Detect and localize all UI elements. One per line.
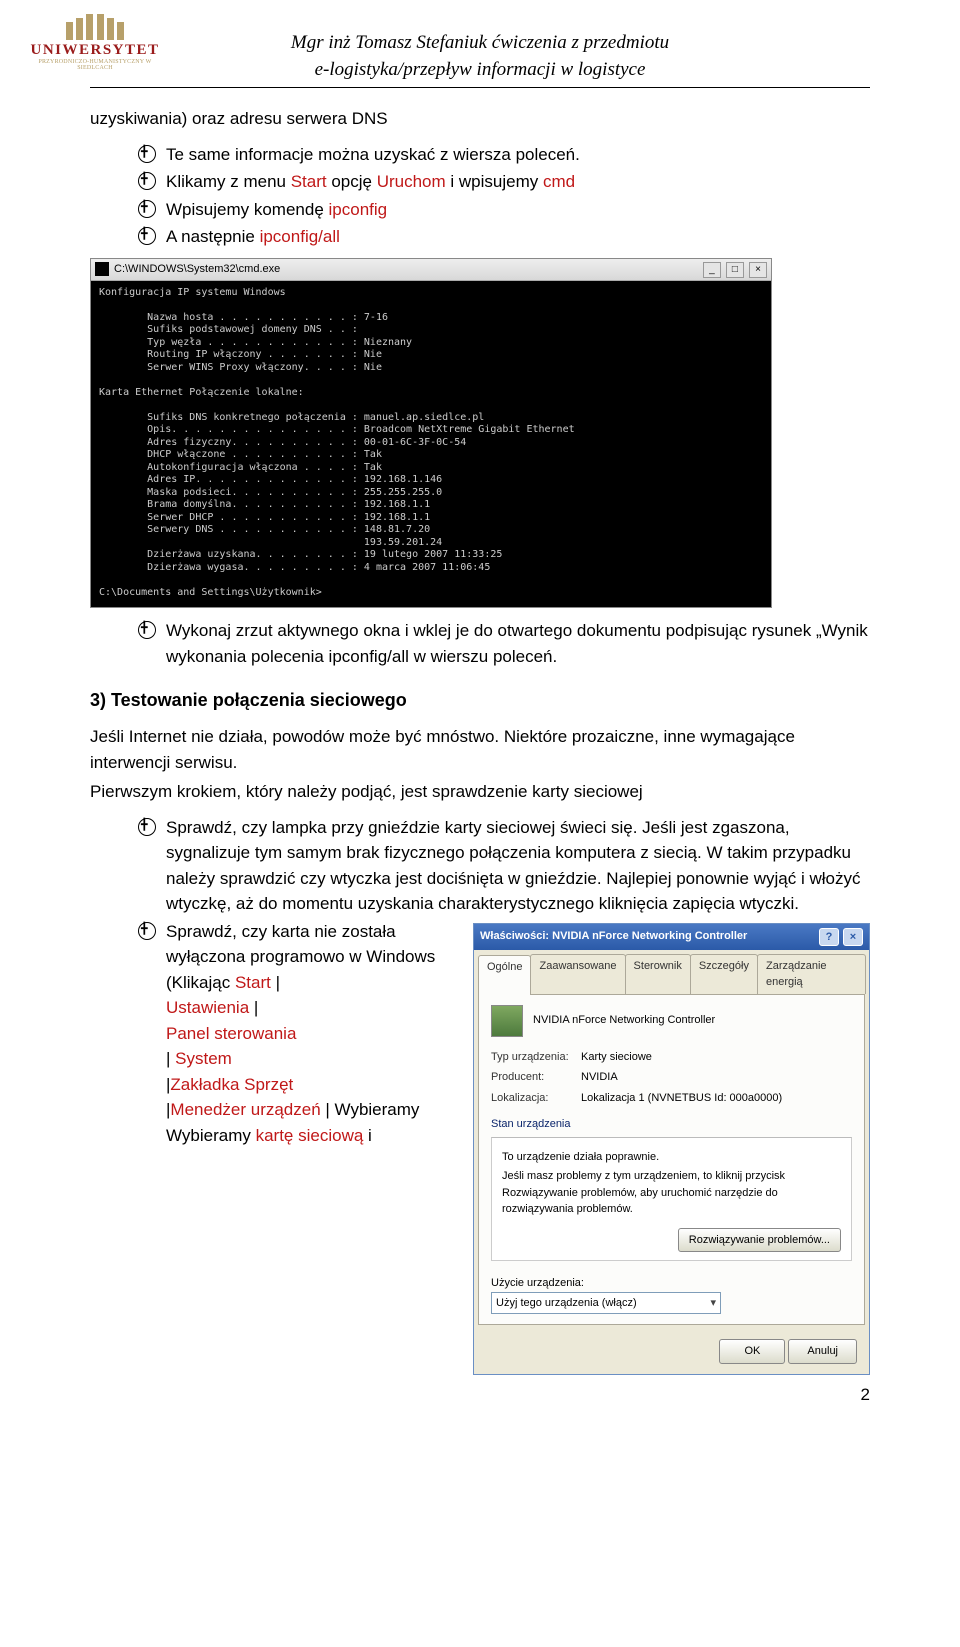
device-properties-dialog: Właściwości: NVIDIA nForce Networking Co…	[473, 923, 870, 1375]
list-item: Klikamy z menu Start opcję Uruchom i wpi…	[138, 169, 870, 195]
list-item: Wpisujemy komendę ipconfig	[138, 197, 870, 223]
usage-select-value: Użyj tego urządzenia (włącz)	[496, 1297, 637, 1309]
bullet-text: Sprawdź, czy lampka przy gnieździe karty…	[166, 818, 860, 914]
bullet-text: Wpisujemy komendę	[166, 200, 329, 219]
nav-nic: kartę sieciową	[256, 1126, 364, 1145]
bullet-text: i wpisujemy	[446, 172, 543, 191]
dialog-tabs: Ogólne Zaawansowane Sterownik Szczegóły …	[474, 950, 869, 994]
ipconfig-cmd: ipconfig	[329, 200, 388, 219]
list-item: Właściwości: NVIDIA nForce Networking Co…	[138, 919, 870, 1375]
status-group-title: Stan urządzenia	[491, 1116, 852, 1133]
bullet-text: Wybieramy	[166, 1126, 256, 1145]
device-type-value: Karty sieciowe	[581, 1049, 852, 1066]
location-label: Lokalizacja:	[491, 1090, 581, 1107]
minimize-button[interactable]: _	[703, 262, 721, 278]
cmd-titlebar: C:\WINDOWS\System32\cmd.exe _ □ ×	[91, 259, 771, 281]
ipconfig-all-cmd: ipconfig/all	[260, 227, 340, 246]
bullet-text: Klikamy z menu	[166, 172, 291, 191]
close-button[interactable]: ×	[843, 928, 863, 946]
bullet-text: (Klikając	[166, 973, 235, 992]
status-ok-text: To urządzenie działa poprawnie.	[502, 1149, 841, 1166]
tab-general[interactable]: Ogólne	[478, 955, 531, 995]
tab-advanced[interactable]: Zaawansowane	[530, 954, 625, 994]
dialog-panel: NVIDIA nForce Networking Controller Typ …	[478, 994, 865, 1326]
header-line1: Mgr inż Tomasz Stefaniuk ćwiczenia z prz…	[90, 30, 870, 57]
menu-start: Start	[291, 172, 327, 191]
bullet-text: i	[363, 1126, 372, 1145]
bullet-list-a: Te same informacje można uzyskać z wiers…	[90, 142, 870, 250]
cmd-output: Konfiguracja IP systemu Windows Nazwa ho…	[91, 281, 771, 608]
help-button[interactable]: ?	[819, 928, 839, 946]
sep: | Wybieramy	[321, 1100, 420, 1119]
dialog-bottom-buttons: OK Anuluj	[474, 1329, 869, 1374]
window-buttons: _ □ ×	[701, 261, 767, 278]
page-number: 2	[861, 1385, 870, 1405]
bullet-text: A następnie	[166, 227, 260, 246]
menu-run: Uruchom	[377, 172, 446, 191]
doc-header: Mgr inż Tomasz Stefaniuk ćwiczenia z prz…	[90, 30, 870, 83]
manufacturer-value: NVIDIA	[581, 1069, 852, 1086]
bullet-text: Wykonaj zrzut aktywnego okna i wklej je …	[166, 621, 868, 666]
bullet-text: Te same informacje można uzyskać z wiers…	[166, 145, 580, 164]
dialog-titlebar: Właściwości: NVIDIA nForce Networking Co…	[474, 924, 869, 950]
usage-label: Użycie urządzenia:	[491, 1275, 852, 1292]
sep: |	[271, 973, 280, 992]
device-type-label: Typ urządzenia:	[491, 1049, 581, 1066]
cmd-window: C:\WINDOWS\System32\cmd.exe _ □ × Konfig…	[90, 258, 772, 609]
bullet-list-c: Sprawdź, czy lampka przy gnieździe karty…	[90, 815, 870, 1375]
tab-details[interactable]: Szczegóły	[690, 954, 758, 994]
list-item: Te same informacje można uzyskać z wiers…	[138, 142, 870, 168]
list-item: Wykonaj zrzut aktywnego okna i wklej je …	[138, 618, 870, 669]
tab-power[interactable]: Zarządzanie energią	[757, 954, 866, 994]
cmd-text: cmd	[543, 172, 575, 191]
status-help-text: Jeśli masz problemy z tym urządzeniem, t…	[502, 1168, 841, 1218]
header-rule	[90, 87, 870, 88]
cmd-icon	[95, 262, 109, 276]
device-status-box: To urządzenie działa poprawnie. Jeśli ma…	[491, 1137, 852, 1262]
bullet-text: Sprawdź, czy karta nie została wyłączona…	[166, 922, 435, 967]
device-name: NVIDIA nForce Networking Controller	[533, 1012, 715, 1029]
cancel-button[interactable]: Anuluj	[788, 1339, 857, 1364]
bullet-text: opcję	[327, 172, 377, 191]
logo-sub: PRZYRODNICZO-HUMANISTYCZNY W SIEDLCACH	[20, 59, 170, 71]
university-logo: UNIWERSYTET PRZYRODNICZO-HUMANISTYCZNY W…	[20, 14, 170, 71]
nav-start: Start	[235, 973, 271, 992]
close-button[interactable]: ×	[749, 262, 767, 278]
maximize-button[interactable]: □	[726, 262, 744, 278]
header-line2: e-logistyka/przepływ informacji w logist…	[90, 57, 870, 84]
usage-select[interactable]: Użyj tego urządzenia (włącz)	[491, 1292, 721, 1315]
nav-device-mgr: Menedżer urządzeń	[170, 1100, 320, 1119]
dialog-title: Właściwości: NVIDIA nForce Networking Co…	[480, 928, 747, 945]
list-item: A następnie ipconfig/all	[138, 224, 870, 250]
section3-p2: Pierwszym krokiem, który należy podjąć, …	[90, 779, 870, 805]
bullet-list-b: Wykonaj zrzut aktywnego okna i wklej je …	[90, 618, 870, 669]
cmd-title-text: C:\WINDOWS\System32\cmd.exe	[114, 261, 280, 278]
location-value: Lokalizacja 1 (NVNETBUS Id: 000a0000)	[581, 1090, 852, 1107]
nav-control-panel: Panel sterowania	[166, 1024, 296, 1043]
manufacturer-label: Producent:	[491, 1069, 581, 1086]
section3-p1: Jeśli Internet nie działa, powodów może …	[90, 724, 870, 775]
section-3-title: 3) Testowanie połączenia sieciowego	[90, 687, 870, 714]
troubleshoot-button[interactable]: Rozwiązywanie problemów...	[678, 1228, 841, 1253]
sep: |	[249, 998, 258, 1017]
nav-hw-tab: Zakładka Sprzęt	[170, 1075, 293, 1094]
nic-icon	[491, 1005, 523, 1037]
ok-button[interactable]: OK	[719, 1339, 785, 1364]
nav-settings: Ustawienia	[166, 998, 249, 1017]
list-item: Sprawdź, czy lampka przy gnieździe karty…	[138, 815, 870, 917]
intro-line: uzyskiwania) oraz adresu serwera DNS	[90, 106, 870, 132]
logo-word: UNIWERSYTET	[20, 42, 170, 59]
tab-driver[interactable]: Sterownik	[625, 954, 691, 994]
sep: |	[166, 1049, 175, 1068]
nav-system: System	[175, 1049, 232, 1068]
